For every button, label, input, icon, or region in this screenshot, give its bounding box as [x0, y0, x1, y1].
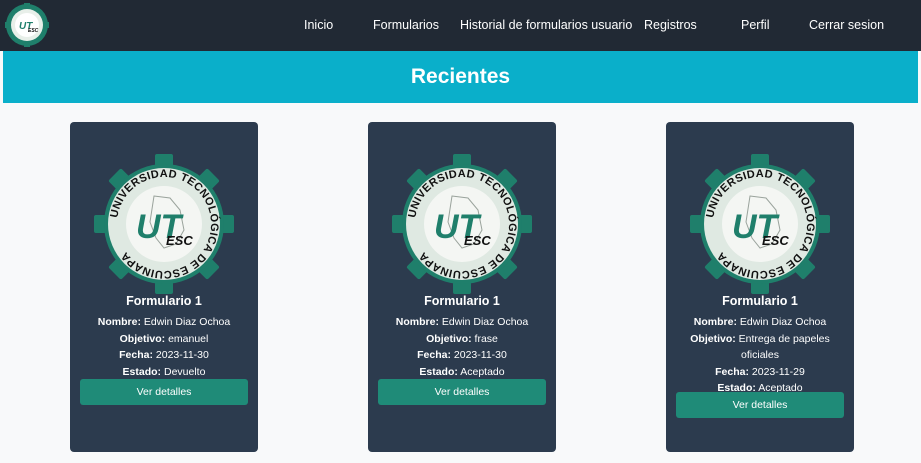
brand-logo[interactable]: UT ESC — [5, 3, 49, 47]
card-field-label: Fecha: — [119, 349, 153, 361]
svg-text:ESC: ESC — [28, 28, 39, 34]
svg-text:ESC: ESC — [166, 233, 193, 248]
card-field-estado: Estado: Aceptado — [378, 364, 546, 381]
card-field-nombre: Nombre: Edwin Diaz Ochoa — [80, 314, 248, 331]
nav-inicio[interactable]: Inicio — [304, 0, 333, 51]
card-field-label: Objetivo: — [690, 332, 736, 345]
form-card: UNIVERSIDAD TECNOLÓGICA DE ESCUINAPA UT … — [368, 122, 556, 452]
card-field-objetivo: Objetivo: emanuel — [80, 331, 248, 348]
card-field-value: Devuelto — [163, 365, 206, 378]
card-field-fecha: Fecha: 2023-11-30 — [378, 347, 546, 364]
card-field-nombre: Nombre: Edwin Diaz Ochoa — [676, 314, 844, 331]
card-field-value: Edwin Diaz Ochoa — [441, 316, 529, 328]
card-field-label: Fecha: — [715, 365, 749, 378]
card-field-objetivo: Objetivo: frase — [378, 331, 546, 348]
form-card: UNIVERSIDAD TECNOLÓGICA DE ESCUINAPA UT … — [666, 122, 854, 452]
university-logo-icon: UNIVERSIDAD TECNOLÓGICA DE ESCUINAPA UT … — [392, 154, 532, 294]
card-details: Nombre: Edwin Diaz Ochoa Objetivo: Entreg… — [676, 314, 844, 397]
university-logo-icon: UNIVERSIDAD TECNOLÓGICA DE ESCUINAPA UT … — [94, 154, 234, 294]
ver-detalles-button[interactable]: Ver detalles — [676, 392, 844, 418]
card-logo: UNIVERSIDAD TECNOLÓGICA DE ESCUINAPA UT … — [92, 152, 236, 296]
card-title: Formulario 1 — [424, 294, 500, 308]
brand-logo-icon: UT ESC — [5, 3, 49, 47]
ver-detalles-button[interactable]: Ver detalles — [80, 379, 248, 405]
nav-perfil[interactable]: Perfil — [741, 0, 769, 51]
card-field-label: Fecha: — [417, 349, 451, 361]
card-field-value: 2023-11-30 — [155, 349, 209, 361]
svg-text:ESC: ESC — [464, 233, 491, 248]
card-field-nombre: Nombre: Edwin Diaz Ochoa — [378, 314, 546, 331]
nav-cerrar-sesion[interactable]: Cerrar sesion — [809, 0, 884, 51]
card-field-value: Entrega de papeles oficiales — [738, 332, 830, 362]
card-field-value: Aceptado — [460, 365, 505, 378]
card-details: Nombre: Edwin Diaz Ochoa Objetivo: emanue… — [80, 314, 248, 380]
card-logo: UNIVERSIDAD TECNOLÓGICA DE ESCUINAPA UT … — [688, 152, 832, 296]
card-field-label: Objetivo: — [426, 332, 472, 345]
nav-formularios[interactable]: Formularios — [373, 0, 439, 51]
card-field-label: Nombre: — [395, 316, 439, 328]
card-field-label: Estado: — [122, 365, 162, 378]
card-field-value: 2023-11-29 — [751, 365, 805, 378]
card-field-value: Edwin Diaz Ochoa — [739, 316, 827, 328]
card-field-objetivo: Objetivo: Entrega de papeles oficiales — [676, 331, 844, 364]
card-field-label: Nombre: — [97, 316, 141, 328]
hero-banner: Recientes — [3, 51, 918, 103]
card-field-value: frase — [474, 332, 498, 345]
card-field-fecha: Fecha: 2023-11-29 — [676, 364, 844, 381]
card-field-value: Edwin Diaz Ochoa — [143, 316, 231, 328]
page-title: Recientes — [410, 65, 511, 88]
university-logo-icon: UNIVERSIDAD TECNOLÓGICA DE ESCUINAPA UT … — [690, 154, 830, 294]
card-details: Nombre: Edwin Diaz Ochoa Objetivo: frase F… — [378, 314, 546, 380]
card-field-estado: Estado: Devuelto — [80, 364, 248, 381]
card-field-label: Estado: — [419, 365, 458, 378]
card-field-label: Nombre: — [693, 316, 737, 328]
card-field-label: Objetivo: — [119, 332, 166, 345]
card-title: Formulario 1 — [722, 294, 798, 308]
card-logo: UNIVERSIDAD TECNOLÓGICA DE ESCUINAPA UT … — [390, 152, 534, 296]
nav-registros[interactable]: Registros — [644, 0, 697, 51]
navbar: UT ESC Inicio Formularios Historial de f… — [0, 0, 921, 51]
form-card: UNIVERSIDAD TECNOLÓGICA DE ESCUINAPA UT … — [70, 122, 258, 452]
card-field-value: emanuel — [168, 332, 209, 345]
ver-detalles-button[interactable]: Ver detalles — [378, 379, 546, 405]
svg-text:ESC: ESC — [762, 233, 789, 248]
card-title: Formulario 1 — [126, 294, 202, 308]
card-field-value: 2023-11-30 — [453, 349, 507, 361]
nav-historial[interactable]: Historial de formularios usuario — [460, 0, 632, 51]
card-field-fecha: Fecha: 2023-11-30 — [80, 347, 248, 364]
